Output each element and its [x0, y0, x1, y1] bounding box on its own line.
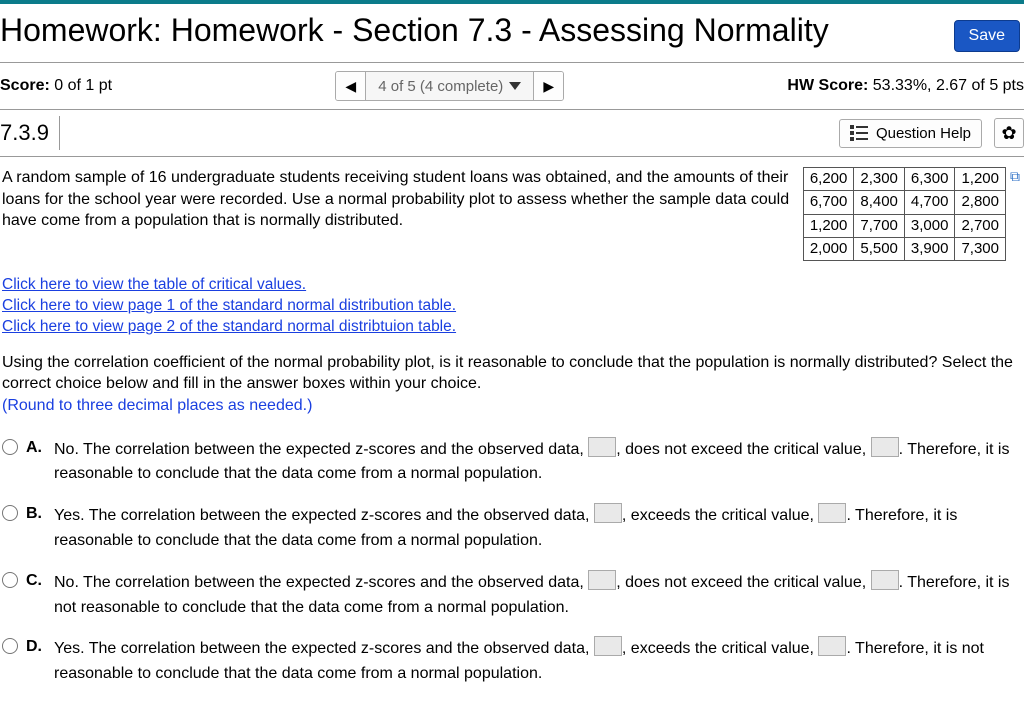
table-row: 2,000 5,500 3,900 7,300	[803, 237, 1005, 260]
choice-body: No. The correlation between the expected…	[54, 570, 1020, 621]
table-row: 6,200 2,300 6,300 1,200	[803, 168, 1005, 191]
question-number: 7.3.9	[0, 116, 60, 150]
answer-blank[interactable]	[818, 503, 846, 523]
question-prompt: A random sample of 16 undergraduate stud…	[2, 167, 791, 261]
data-table-wrapper: 6,200 2,300 6,300 1,200 6,700 8,400 4,70…	[803, 167, 1020, 261]
score-value: 0 of 1 pt	[54, 77, 112, 94]
hw-score-value: 53.33%, 2.67 of 5 pts	[873, 77, 1024, 94]
answer-blank[interactable]	[818, 636, 846, 656]
hw-score: HW Score: 53.33%, 2.67 of 5 pts	[787, 77, 1024, 95]
link-normal-table-p1[interactable]: Click here to view page 1 of the standar…	[2, 296, 1020, 317]
question-number-bar: 7.3.9 Question Help ✿	[0, 110, 1024, 157]
choice-body: Yes. The correlation between the expecte…	[54, 503, 1020, 554]
link-critical-values[interactable]: Click here to view the table of critical…	[2, 275, 1020, 296]
score-label: Score:	[0, 77, 50, 94]
choice-letter: A.	[26, 437, 46, 459]
reference-links: Click here to view the table of critical…	[2, 275, 1020, 338]
sub-prompt: Using the correlation coefficient of the…	[2, 352, 1020, 417]
hw-score-label: HW Score:	[787, 77, 868, 94]
page-title: Homework: Homework - Section 7.3 - Asses…	[0, 12, 954, 49]
choice-b: B. Yes. The correlation between the expe…	[2, 495, 1020, 562]
prev-question-button[interactable]: ◀	[336, 72, 366, 100]
save-button[interactable]: Save	[954, 20, 1020, 52]
question-help-label: Question Help	[876, 125, 971, 142]
radio-b[interactable]	[2, 505, 18, 521]
question-content: A random sample of 16 undergraduate stud…	[0, 157, 1024, 695]
score-bar: Score: 0 of 1 pt ◀ 4 of 5 (4 complete) ▶…	[0, 63, 1024, 110]
choice-d: D. Yes. The correlation between the expe…	[2, 628, 1020, 695]
answer-blank[interactable]	[588, 437, 616, 457]
question-nav: ◀ 4 of 5 (4 complete) ▶	[335, 71, 564, 101]
next-question-button[interactable]: ▶	[533, 72, 563, 100]
choice-a: A. No. The correlation between the expec…	[2, 429, 1020, 496]
radio-c[interactable]	[2, 572, 18, 588]
question-help-button[interactable]: Question Help	[839, 119, 982, 148]
table-row: 1,200 7,700 3,000 2,700	[803, 214, 1005, 237]
score-left: Score: 0 of 1 pt	[0, 77, 112, 95]
radio-d[interactable]	[2, 638, 18, 654]
settings-button[interactable]: ✿	[994, 118, 1024, 148]
rounding-hint: (Round to three decimal places as needed…	[2, 397, 312, 414]
chevron-down-icon	[509, 82, 521, 90]
choice-c: C. No. The correlation between the expec…	[2, 562, 1020, 629]
choice-body: No. The correlation between the expected…	[54, 437, 1020, 488]
radio-a[interactable]	[2, 439, 18, 455]
header: Homework: Homework - Section 7.3 - Asses…	[0, 4, 1024, 63]
progress-label: 4 of 5 (4 complete)	[378, 78, 503, 95]
choice-letter: B.	[26, 503, 46, 525]
answer-choices: A. No. The correlation between the expec…	[2, 429, 1020, 695]
choice-letter: D.	[26, 636, 46, 658]
link-normal-table-p2[interactable]: Click here to view page 2 of the standar…	[2, 317, 1020, 338]
copy-data-icon[interactable]: ⧉	[1006, 167, 1020, 186]
answer-blank[interactable]	[594, 636, 622, 656]
answer-blank[interactable]	[594, 503, 622, 523]
choice-letter: C.	[26, 570, 46, 592]
answer-blank[interactable]	[588, 570, 616, 590]
list-icon	[850, 125, 868, 141]
answer-blank[interactable]	[871, 437, 899, 457]
answer-blank[interactable]	[871, 570, 899, 590]
choice-body: Yes. The correlation between the expecte…	[54, 636, 1020, 687]
table-row: 6,700 8,400 4,700 2,800	[803, 191, 1005, 214]
data-table: 6,200 2,300 6,300 1,200 6,700 8,400 4,70…	[803, 167, 1006, 261]
progress-dropdown[interactable]: 4 of 5 (4 complete)	[366, 74, 533, 99]
gear-icon: ✿	[1001, 123, 1016, 144]
